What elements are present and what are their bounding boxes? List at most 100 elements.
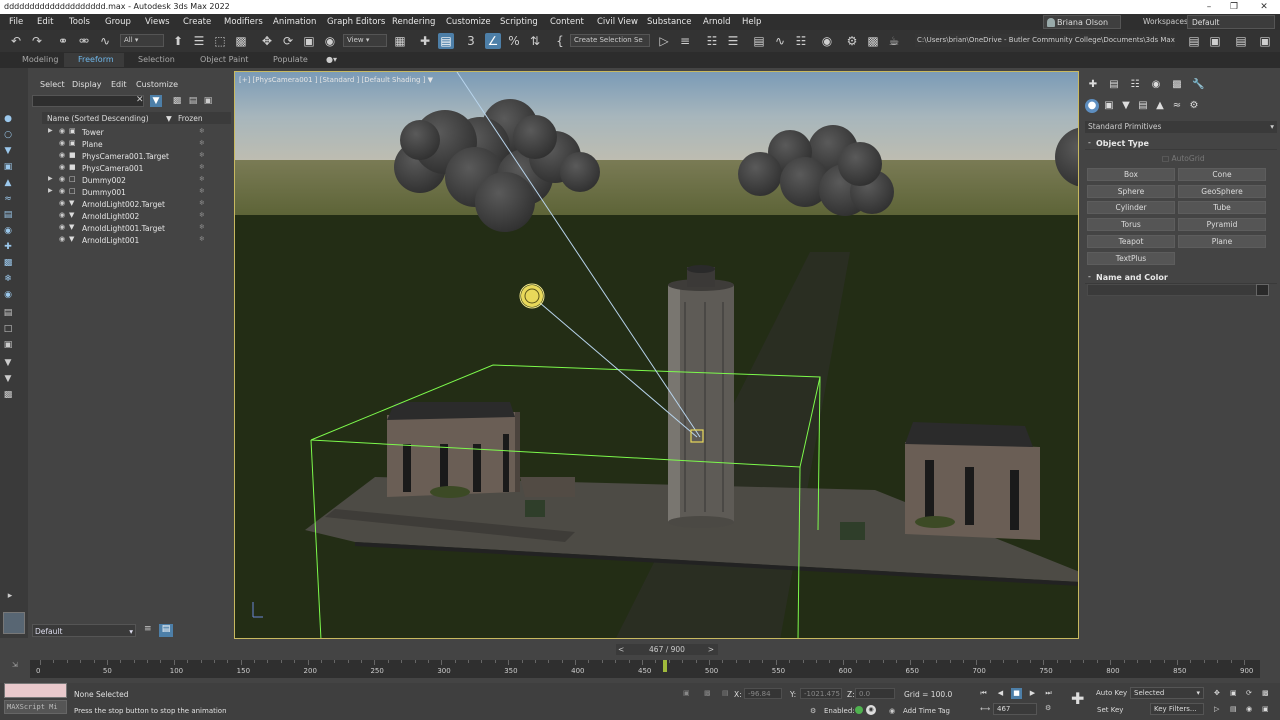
- zoom-region-icon[interactable]: ▣: [1230, 689, 1237, 697]
- lights-category-icon[interactable]: ▼: [1119, 99, 1133, 113]
- menu-views[interactable]: Views: [145, 17, 170, 27]
- menu-edit[interactable]: Edit: [37, 17, 53, 27]
- menu-help[interactable]: Help: [742, 17, 761, 27]
- menu-group[interactable]: Group: [105, 17, 131, 27]
- spacewarps-category-icon[interactable]: ≈: [1170, 99, 1184, 113]
- scene-row[interactable]: ◉ ▼ ArnoldLight001 ❄: [42, 234, 231, 246]
- maximize-viewport-icon[interactable]: ▩: [1262, 689, 1269, 697]
- select-manipulate-icon[interactable]: ✚: [417, 33, 433, 49]
- current-frame-field[interactable]: 467: [993, 703, 1037, 715]
- invert-icon[interactable]: ▣: [3, 340, 13, 350]
- scene-tab-customize[interactable]: Customize: [136, 80, 178, 89]
- scene-tab-select[interactable]: Select: [40, 80, 65, 89]
- tab-populate[interactable]: Populate: [273, 55, 308, 64]
- layers-mode-icon[interactable]: ▣: [202, 95, 214, 107]
- snaps-toggle-icon[interactable]: 3: [463, 33, 479, 49]
- display-tab-icon[interactable]: ▩: [1171, 79, 1183, 91]
- rect-selection-icon[interactable]: ⬚: [212, 33, 228, 49]
- menu-substance[interactable]: Substance: [647, 17, 691, 27]
- key-mode-dropdown[interactable]: Selected ▾: [1130, 687, 1204, 699]
- selection-lock-icon[interactable]: ▩: [704, 689, 711, 697]
- set-key-button[interactable]: Set Key: [1097, 706, 1123, 714]
- cameras-icon[interactable]: ▣: [3, 162, 13, 172]
- scene-row[interactable]: ◉ ▼ ArnoldLight002.Target ❄: [42, 198, 231, 210]
- none-objects-icon[interactable]: □: [3, 324, 13, 334]
- primitive-button-cone[interactable]: Cone: [1178, 168, 1266, 181]
- object-color-swatch[interactable]: [1256, 284, 1269, 296]
- freeze-icon[interactable]: ❄: [199, 211, 205, 219]
- primitive-button-sphere[interactable]: Sphere: [1087, 184, 1175, 198]
- display-icon[interactable]: ○: [3, 130, 13, 140]
- modify-tab-icon[interactable]: ▤: [1108, 79, 1120, 91]
- set-key-plus-icon[interactable]: ✚: [1071, 689, 1084, 708]
- zoom-extents-icon[interactable]: ✥: [1214, 689, 1220, 697]
- key-filters-button[interactable]: Key Filters...: [1150, 703, 1204, 715]
- visibility-eye-icon[interactable]: ◉: [59, 151, 65, 159]
- freeze-icon[interactable]: ❄: [199, 223, 205, 231]
- freeze-icon[interactable]: ❄: [199, 139, 205, 147]
- scene-search-input[interactable]: [32, 95, 144, 107]
- expand-arrow-icon[interactable]: ▶: [48, 187, 53, 194]
- adaptive-degradation-icon[interactable]: ◉: [866, 705, 876, 715]
- freeze-icon[interactable]: ❄: [199, 235, 205, 243]
- all-objects-icon[interactable]: ▤: [3, 308, 13, 318]
- time-slider[interactable]: < 467 / 900 >: [616, 644, 718, 655]
- timeline[interactable]: 0 50 100 150 200 250 300 350 400 450 500 550 600 650 7…: [30, 660, 1260, 678]
- schematic-view-icon[interactable]: ☷: [793, 33, 809, 49]
- ribbon-options-icon[interactable]: ●▾: [326, 55, 337, 64]
- column-frozen[interactable]: Frozen: [178, 114, 203, 123]
- bind-spacewarp-icon[interactable]: ∿: [97, 33, 113, 49]
- object-name-input[interactable]: [1087, 284, 1257, 296]
- menu-animation[interactable]: Animation: [273, 17, 316, 27]
- shapes-icon[interactable]: ▣: [1102, 99, 1116, 113]
- pan-icon[interactable]: ▷: [1214, 705, 1219, 713]
- name-color-rollout[interactable]: - Name and Color: [1085, 270, 1277, 284]
- time-tag-icon[interactable]: ⚙: [810, 707, 816, 715]
- spinner-snap-icon[interactable]: ⇅: [527, 33, 543, 49]
- systems-category-icon[interactable]: ⚙: [1187, 99, 1201, 113]
- xrefs-icon[interactable]: ◉: [3, 226, 13, 236]
- menu-modifiers[interactable]: Modifiers: [224, 17, 263, 27]
- rotate-icon[interactable]: ⟳: [280, 33, 296, 49]
- unlink-icon[interactable]: ⚮: [76, 33, 92, 49]
- link-icon[interactable]: ⚭: [55, 33, 71, 49]
- tab-modeling[interactable]: Modeling: [22, 55, 58, 64]
- add-time-tag-icon[interactable]: ◉: [889, 707, 895, 715]
- filter-toggle-icon[interactable]: ▼: [150, 95, 162, 107]
- angle-snap-icon[interactable]: ∠: [485, 33, 501, 49]
- panel-dock-icon[interactable]: ▤: [1233, 33, 1249, 49]
- scene-explorer-pin-icon[interactable]: ●: [3, 114, 13, 124]
- visibility-eye-icon[interactable]: ◉: [59, 187, 65, 195]
- viewport-filter-icon[interactable]: ▼: [428, 76, 433, 84]
- groups-icon[interactable]: ▤: [3, 210, 13, 220]
- material-editor-icon[interactable]: ◉: [819, 33, 835, 49]
- primitive-button-box[interactable]: Box: [1087, 168, 1175, 181]
- project-path[interactable]: C:\Users\brian\OneDrive - Butler Communi…: [915, 34, 1175, 47]
- prev-frame-icon[interactable]: <: [618, 644, 624, 655]
- key-mode-icon[interactable]: ⟷: [980, 705, 990, 713]
- primitive-button-pyramid[interactable]: Pyramid: [1178, 218, 1266, 232]
- visibility-eye-icon[interactable]: ◉: [59, 163, 65, 171]
- select-object-icon[interactable]: ⬆: [170, 33, 186, 49]
- redo-icon[interactable]: ↷: [29, 33, 45, 49]
- timeline-scrubber[interactable]: [662, 660, 667, 672]
- placement-icon[interactable]: ◉: [322, 33, 338, 49]
- bones-icon[interactable]: ✚: [3, 242, 13, 252]
- menu-scripting[interactable]: Scripting: [500, 17, 538, 27]
- layer-stack-icon[interactable]: ≡: [144, 624, 152, 634]
- isolate-icon[interactable]: ▣: [683, 689, 690, 697]
- scene-row[interactable]: ▶ ◉ ▣ Tower ❄: [42, 126, 231, 138]
- restore-icon[interactable]: ❐: [1220, 0, 1248, 14]
- y-field[interactable]: -1021.475: [800, 688, 842, 699]
- pivot-center-icon[interactable]: ▦: [392, 33, 408, 49]
- absolute-mode-icon[interactable]: ▤: [722, 689, 729, 697]
- viewport-camera[interactable]: [+] [PhysCamera001 ] [Standard ] [Defaul…: [234, 71, 1079, 639]
- layer-dropdown[interactable]: Default ▾: [32, 624, 136, 637]
- freeze-icon[interactable]: ❄: [199, 127, 205, 135]
- timeline-toggle-icon[interactable]: ⇲: [12, 661, 18, 669]
- geometry-icon[interactable]: ●: [1085, 99, 1099, 113]
- frozen-icon[interactable]: ❄: [3, 274, 13, 284]
- layer-explorer-icon[interactable]: ▤: [159, 624, 173, 637]
- menu-file[interactable]: File: [9, 17, 23, 27]
- expand-arrow-icon[interactable]: ▶: [48, 127, 53, 134]
